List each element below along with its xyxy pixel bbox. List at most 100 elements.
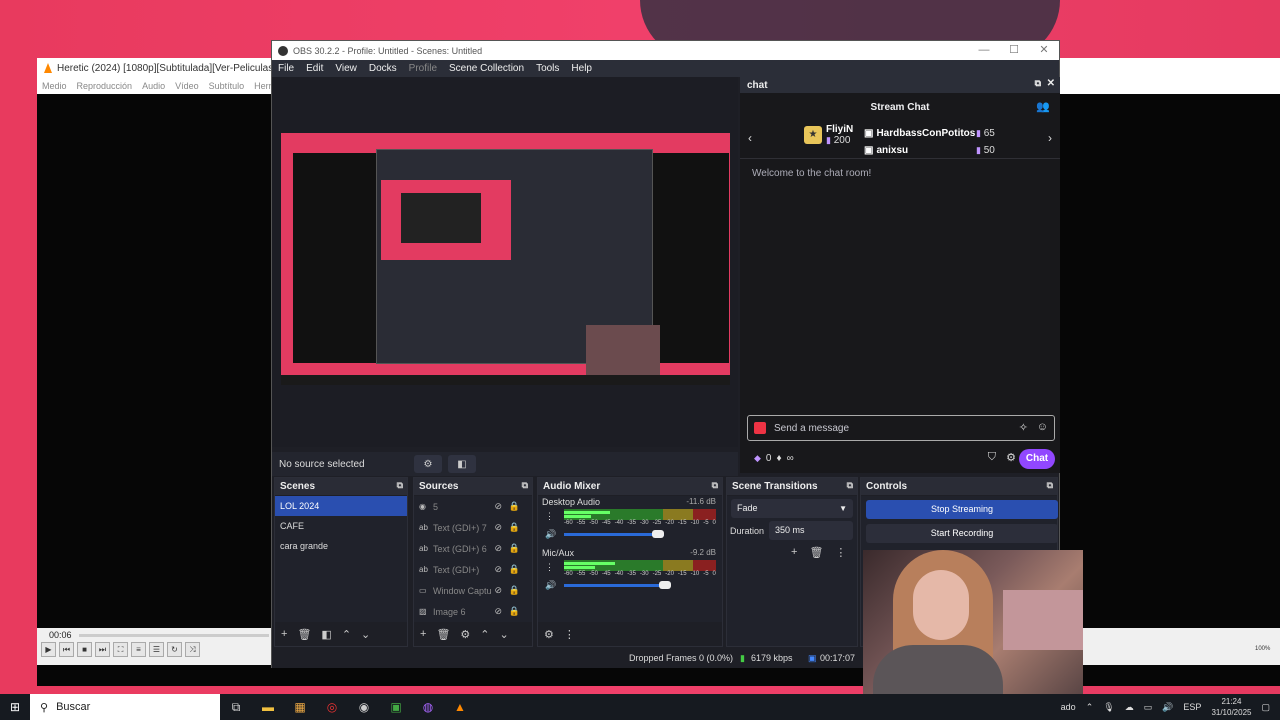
scene-item[interactable]: CAFE (275, 516, 407, 536)
vlc-fullscreen-icon[interactable]: ⛶ (113, 642, 128, 657)
emoji-icon[interactable]: ☺ (1037, 421, 1048, 433)
chat-message-input[interactable]: Send a message ✧ ☺ (747, 415, 1055, 441)
app-icon[interactable]: ◍ (412, 694, 444, 720)
vlc-menu-video[interactable]: Vídeo (175, 81, 199, 91)
obs-preview-canvas[interactable] (281, 133, 730, 385)
volume-slider-handle[interactable] (659, 581, 671, 589)
dock-float-icon[interactable]: ⧉ (397, 480, 403, 491)
obs-taskbar-icon[interactable]: ◉ (348, 694, 380, 720)
source-filters-icon[interactable]: ◧ (448, 455, 476, 473)
scene-item[interactable]: LOL 2024 (275, 496, 407, 516)
move-down-icon[interactable]: ⌄ (361, 628, 370, 641)
add-icon[interactable]: + (791, 546, 797, 559)
chat-send-button[interactable]: Chat (1019, 449, 1055, 469)
volume-slider-handle[interactable] (652, 530, 664, 538)
leaderboard-next-icon[interactable]: › (1048, 131, 1052, 145)
add-icon[interactable]: + (281, 628, 287, 640)
source-item[interactable]: ▭ Window Captu ⊘ 🔒 (414, 580, 532, 601)
volume-slider[interactable] (564, 581, 671, 589)
menu-docks[interactable]: Docks (369, 63, 397, 74)
chrome-icon[interactable]: ◎ (316, 694, 348, 720)
network-icon[interactable]: ▭ (1144, 702, 1153, 713)
source-item[interactable]: ab Text (GDI+) 6 ⊘ 🔒 (414, 538, 532, 559)
windows-start-icon[interactable]: ⊞ (0, 694, 30, 720)
vlc-taskbar-icon[interactable]: ▲ (444, 694, 476, 720)
maximize-icon[interactable]: ☐ (999, 41, 1029, 60)
volume-slider[interactable] (564, 530, 664, 538)
minimize-icon[interactable]: — (969, 41, 999, 60)
source-item[interactable]: ab Text (GDI+) 7 ⊘ 🔒 (414, 517, 532, 538)
store-icon[interactable]: ▦ (284, 694, 316, 720)
eye-hidden-icon[interactable]: ⊘ (494, 543, 502, 554)
eye-hidden-icon[interactable]: ⊘ (494, 501, 502, 512)
gear-icon[interactable]: ⚙ (460, 628, 470, 641)
duration-input[interactable]: 350 ms (769, 521, 853, 540)
eye-hidden-icon[interactable]: ⊘ (494, 564, 502, 575)
source-item[interactable]: ab Text (GDI+) ⊘ 🔒 (414, 559, 532, 580)
sparkle-icon[interactable]: ✧ (1019, 421, 1028, 434)
excel-icon[interactable]: ▣ (380, 694, 412, 720)
vlc-prev-icon[interactable]: ⏮ (59, 642, 74, 657)
trash-icon[interactable]: 🗑 (436, 628, 450, 641)
filter-icon[interactable]: ◧ (321, 628, 331, 641)
menu-tools[interactable]: Tools (536, 63, 559, 74)
file-explorer-icon[interactable]: ▬ (252, 694, 284, 720)
transition-select[interactable]: Fade ▼ (731, 499, 853, 518)
vlc-play-icon[interactable]: ▶ (41, 642, 56, 657)
lock-icon[interactable]: 🔒 (509, 606, 520, 617)
kebab-menu-icon[interactable]: ⋮ (564, 628, 575, 641)
mic-icon[interactable]: 🎙 (1103, 702, 1114, 713)
gear-icon[interactable]: ⚙ (1006, 451, 1016, 464)
cloud-icon[interactable]: ☁ (1125, 702, 1134, 713)
vlc-shuffle-icon[interactable]: ⤨ (185, 642, 200, 657)
notification-icon[interactable]: ▢ (1261, 702, 1270, 713)
speaker-icon[interactable]: 🔊 (545, 580, 556, 591)
move-down-icon[interactable]: ⌄ (500, 628, 509, 641)
lock-icon[interactable]: 🔒 (509, 522, 520, 533)
vlc-menu-media[interactable]: Medio (42, 81, 67, 91)
trash-icon[interactable]: 🗑 (809, 546, 823, 559)
menu-edit[interactable]: Edit (306, 63, 323, 74)
vlc-menu-subtitle[interactable]: Subtítulo (209, 81, 245, 91)
dock-float-icon[interactable]: ⧉ (522, 480, 528, 491)
source-item[interactable]: ▨ Image 6 ⊘ 🔒 (414, 601, 532, 622)
scene-item[interactable]: cara grande (275, 536, 407, 556)
start-recording-button[interactable]: Start Recording (866, 524, 1058, 543)
leaderboard-prev-icon[interactable]: ‹ (748, 131, 752, 145)
vlc-settings-icon[interactable]: ≡ (131, 642, 146, 657)
lock-icon[interactable]: 🔒 (509, 564, 520, 575)
menu-file[interactable]: File (278, 63, 294, 74)
vlc-loop-icon[interactable]: ↻ (167, 642, 182, 657)
dock-float-icon[interactable]: ⧉ (1047, 480, 1053, 491)
vlc-stop-icon[interactable]: ■ (77, 642, 92, 657)
stop-streaming-button[interactable]: Stop Streaming (866, 500, 1058, 519)
menu-view[interactable]: View (335, 63, 357, 74)
dock-float-icon[interactable]: ⧉ (1035, 78, 1041, 89)
lock-icon[interactable]: 🔒 (509, 543, 520, 554)
volume-icon[interactable]: 🔊 (1162, 702, 1173, 713)
vlc-next-icon[interactable]: ⏭ (95, 642, 110, 657)
gear-icon[interactable]: ⚙ (544, 628, 554, 641)
language-indicator[interactable]: ESP (1183, 702, 1201, 712)
trash-icon[interactable]: 🗑 (297, 628, 311, 641)
dock-float-icon[interactable]: ⧉ (847, 480, 853, 491)
eye-hidden-icon[interactable]: ⊘ (494, 585, 502, 596)
menu-profile[interactable]: Profile (409, 63, 437, 74)
speaker-icon[interactable]: 🔊 (545, 529, 556, 540)
add-icon[interactable]: + (420, 628, 426, 640)
move-up-icon[interactable]: ⌃ (480, 628, 489, 641)
dock-close-icon[interactable]: ✕ (1047, 78, 1055, 89)
task-view-icon[interactable]: ⧉ (220, 694, 252, 720)
vlc-seek-bar[interactable] (79, 634, 269, 637)
menu-help[interactable]: Help (571, 63, 592, 74)
tray-chevron-up-icon[interactable]: ⌃ (1086, 702, 1094, 713)
bits-icon[interactable]: ♦ (776, 453, 781, 464)
users-icon[interactable]: 👥 (1036, 100, 1050, 113)
close-icon[interactable]: ✕ (1029, 41, 1059, 60)
vlc-menu-playback[interactable]: Reproducción (77, 81, 133, 91)
eye-hidden-icon[interactable]: ⊘ (494, 522, 502, 533)
kebab-menu-icon[interactable]: ⋮ (835, 546, 846, 559)
move-up-icon[interactable]: ⌃ (342, 628, 351, 641)
vlc-playlist-icon[interactable]: ☰ (149, 642, 164, 657)
dock-float-icon[interactable]: ⧉ (712, 480, 718, 491)
